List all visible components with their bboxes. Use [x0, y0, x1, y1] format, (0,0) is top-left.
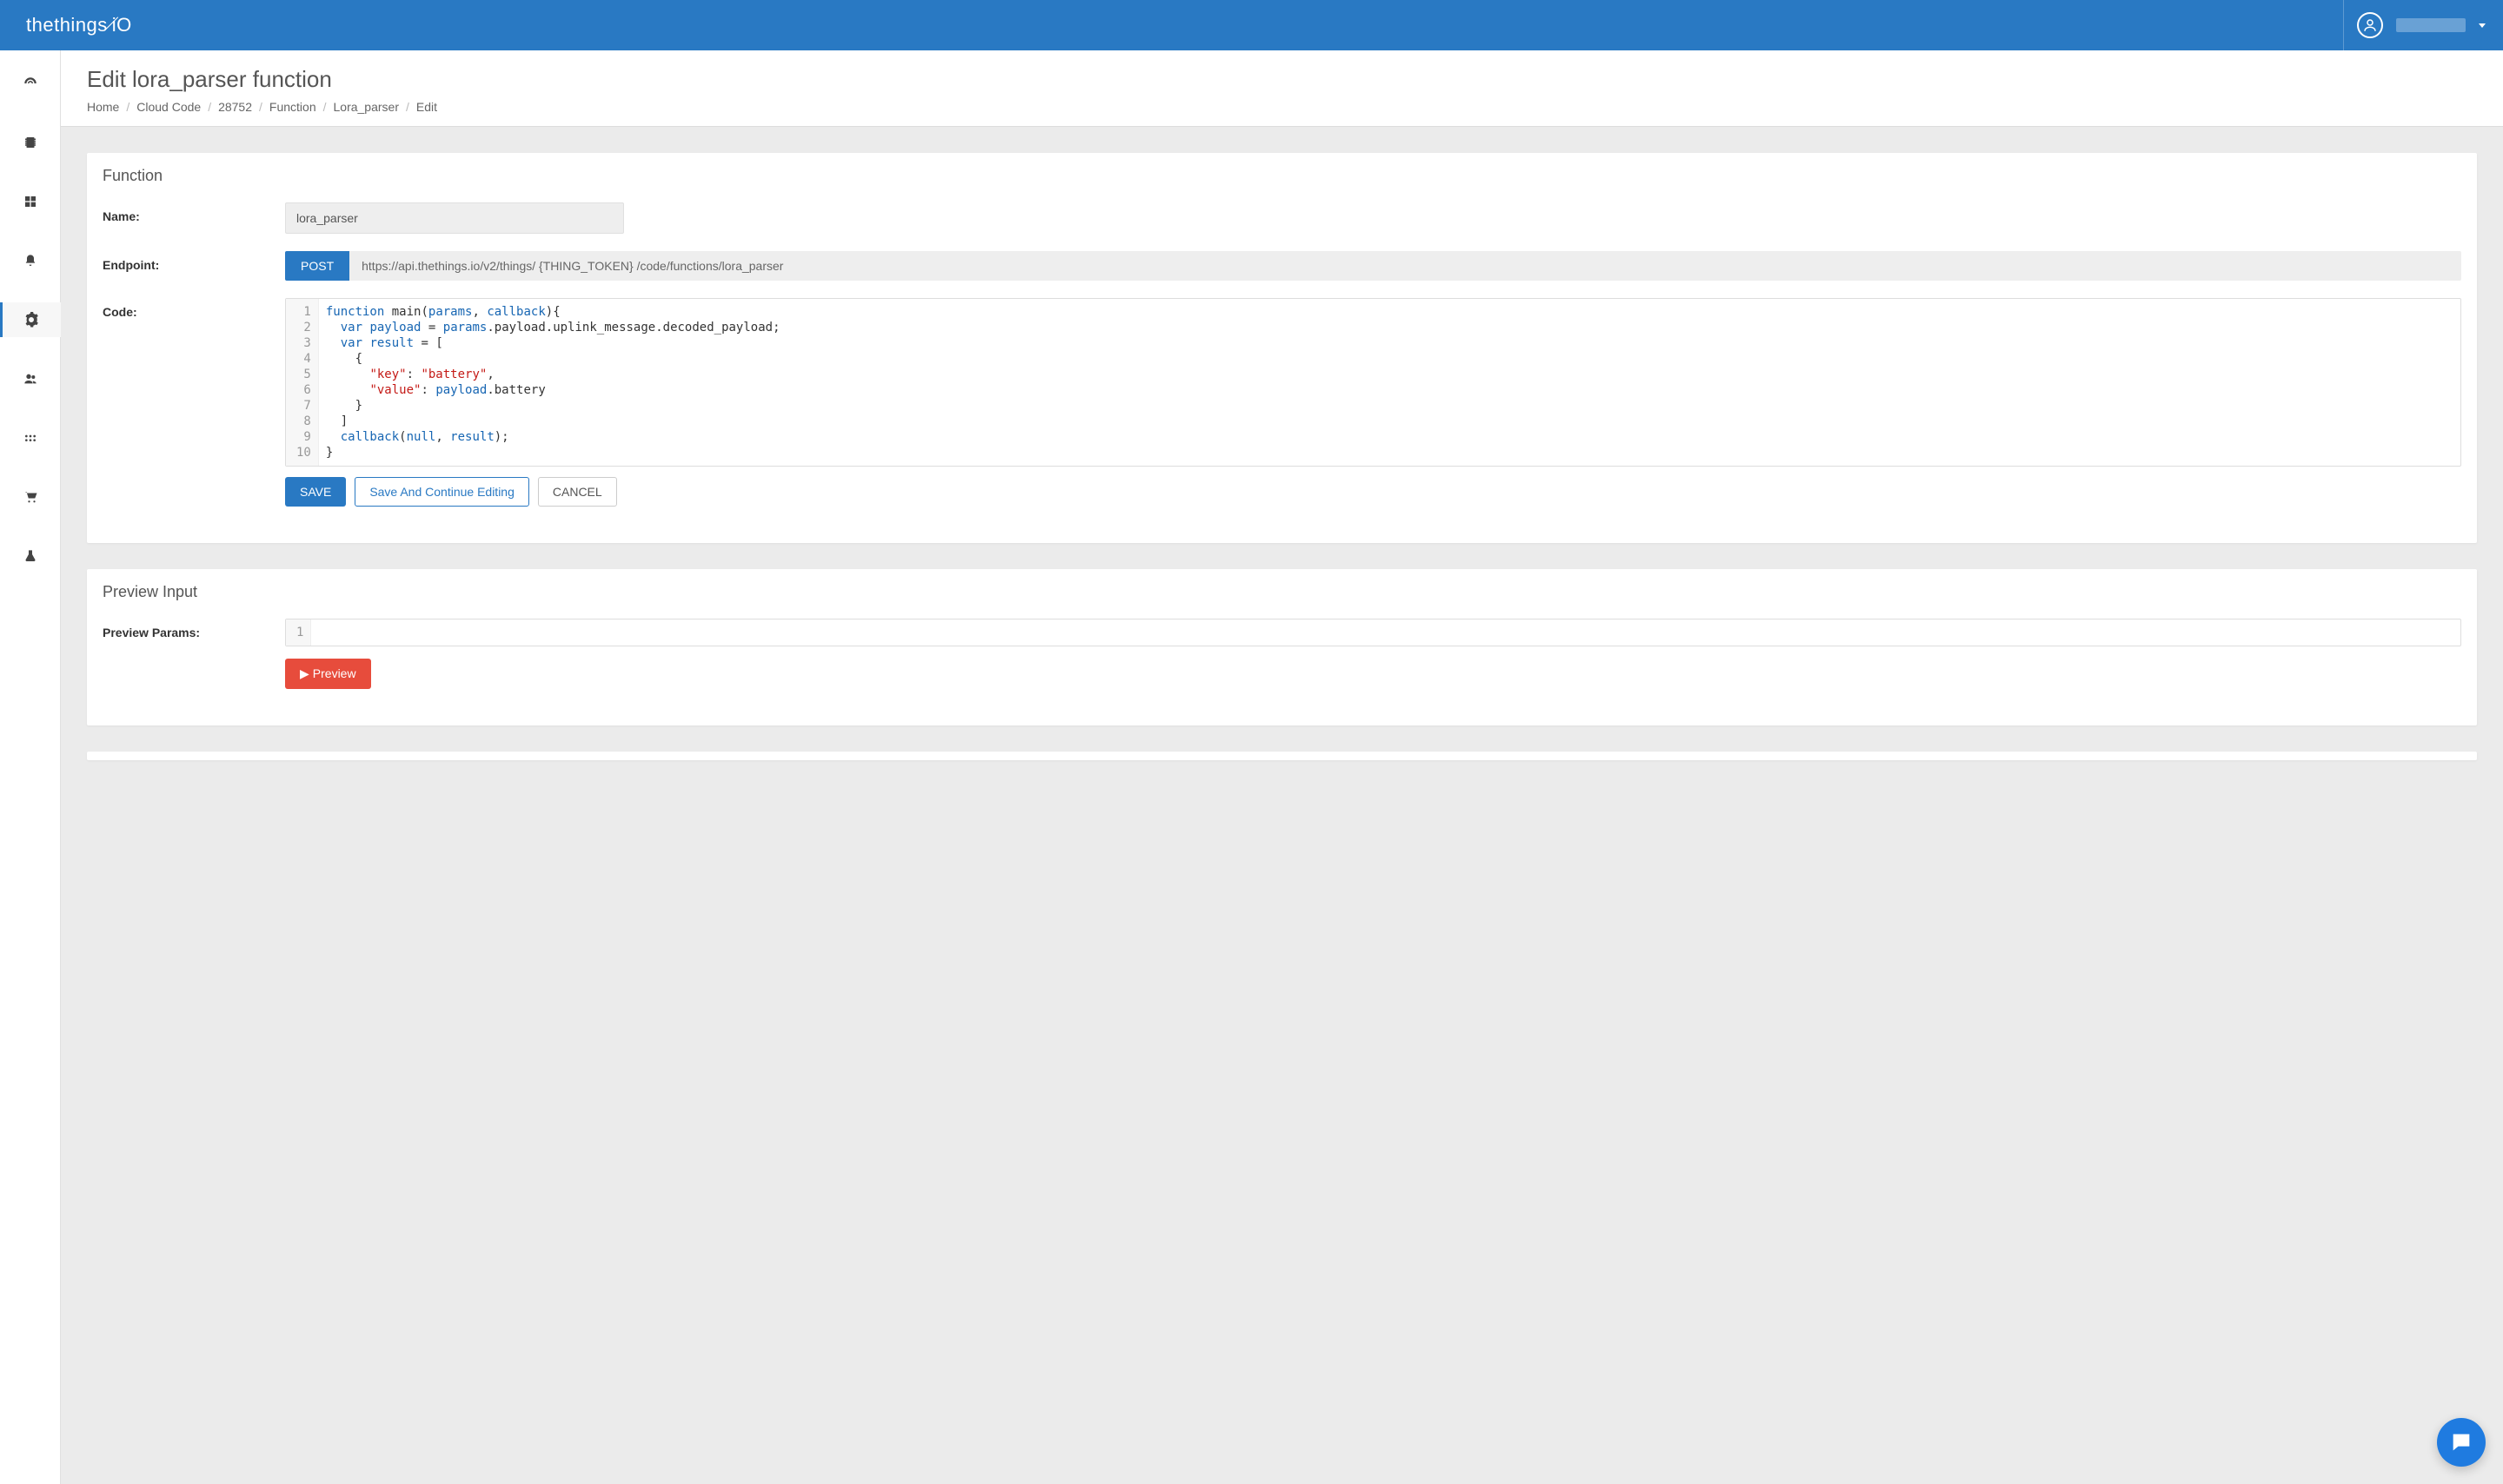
breadcrumb-cloud-code[interactable]: Cloud Code	[136, 100, 201, 114]
user-avatar-icon[interactable]	[2357, 12, 2383, 38]
next-panel-edge	[87, 752, 2477, 760]
user-name[interactable]	[2396, 18, 2466, 32]
preview-params-editor[interactable]: 1	[285, 619, 2461, 646]
function-panel: Function Name: Endpoint: POST ht	[87, 153, 2477, 543]
sidebar-item-cart[interactable]	[0, 480, 61, 514]
chat-widget-button[interactable]	[2437, 1418, 2486, 1467]
main-content: Edit lora_parser function Home / Cloud C…	[61, 50, 2503, 1484]
breadcrumb-edit: Edit	[416, 100, 437, 114]
user-menu-caret-icon[interactable]	[2479, 23, 2486, 28]
save-continue-button[interactable]: Save And Continue Editing	[355, 477, 529, 507]
sidebar	[0, 50, 61, 1484]
page-header: Edit lora_parser function Home / Cloud C…	[61, 50, 2503, 127]
preview-code-area[interactable]	[311, 619, 2460, 646]
function-panel-heading: Function	[87, 153, 2477, 195]
cancel-button[interactable]: CANCEL	[538, 477, 617, 507]
breadcrumb-home[interactable]: Home	[87, 100, 119, 114]
header-user-area	[2343, 0, 2486, 50]
play-icon: ▶	[300, 666, 309, 680]
save-button[interactable]: SAVE	[285, 477, 346, 507]
preview-panel-heading: Preview Input	[87, 569, 2477, 612]
endpoint-url: https://api.thethings.io/v2/things/ {THI…	[349, 251, 2461, 281]
name-label: Name:	[103, 202, 285, 234]
sidebar-item-monitor[interactable]	[0, 421, 61, 455]
logo[interactable]: thethingsiO	[26, 14, 132, 36]
page-title: Edit lora_parser function	[87, 66, 2477, 93]
preview-panel: Preview Input Preview Params: 1 ▶ Preview	[87, 569, 2477, 725]
preview-gutter: 1	[286, 619, 311, 646]
sidebar-item-cloud-code[interactable]	[0, 302, 61, 337]
code-area[interactable]: function main(params, callback){ var pay…	[319, 299, 2460, 466]
breadcrumb-sep: /	[406, 100, 409, 114]
breadcrumb-lora-parser[interactable]: Lora_parser	[334, 100, 400, 114]
endpoint-label: Endpoint:	[103, 251, 285, 281]
breadcrumb: Home / Cloud Code / 28752 / Function / L…	[87, 100, 2477, 114]
breadcrumb-sep: /	[259, 100, 262, 114]
sidebar-item-things[interactable]	[0, 125, 61, 160]
sidebar-item-users[interactable]	[0, 361, 61, 396]
preview-params-label: Preview Params:	[103, 619, 285, 689]
preview-button[interactable]: ▶ Preview	[285, 659, 371, 689]
code-buttons: SAVE Save And Continue Editing CANCEL	[285, 477, 2461, 507]
breadcrumb-id[interactable]: 28752	[218, 100, 252, 114]
top-header: thethingsiO	[0, 0, 2503, 50]
sidebar-item-alerts[interactable]	[0, 243, 61, 278]
preview-button-label: Preview	[313, 666, 356, 680]
code-editor[interactable]: 12345678910 function main(params, callba…	[285, 298, 2461, 467]
endpoint-bar: POST https://api.thethings.io/v2/things/…	[285, 251, 2461, 281]
name-input[interactable]	[285, 202, 624, 234]
code-gutter: 12345678910	[286, 299, 319, 466]
sidebar-item-lab[interactable]	[0, 539, 61, 573]
code-label: Code:	[103, 298, 285, 507]
header-divider	[2343, 0, 2344, 50]
breadcrumb-sep: /	[126, 100, 129, 114]
breadcrumb-sep: /	[323, 100, 327, 114]
endpoint-method-badge: POST	[285, 251, 349, 281]
sidebar-item-apps[interactable]	[0, 184, 61, 219]
breadcrumb-sep: /	[208, 100, 211, 114]
sidebar-item-dashboard[interactable]	[0, 66, 61, 101]
breadcrumb-function[interactable]: Function	[269, 100, 316, 114]
